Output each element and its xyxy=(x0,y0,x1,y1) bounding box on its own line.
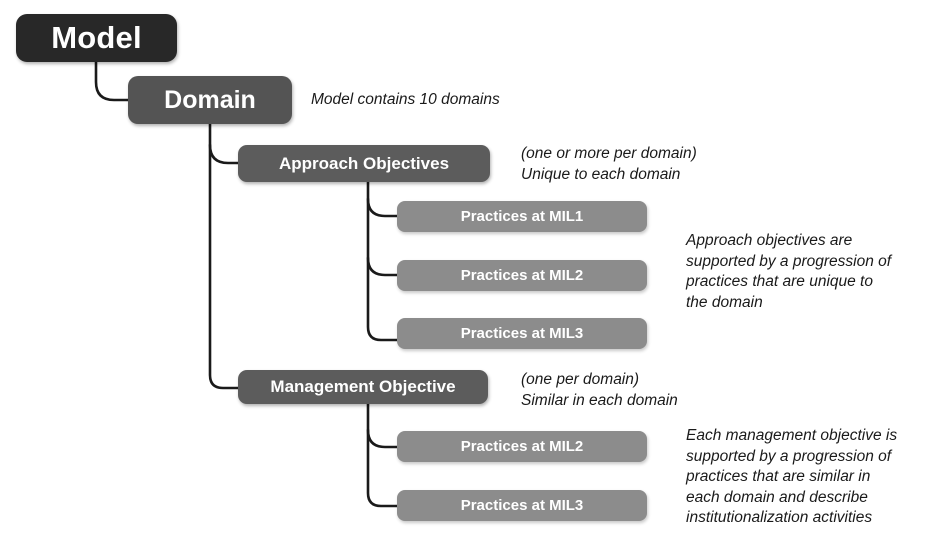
edge-approach-to-practice-3 xyxy=(366,180,399,342)
annotation-approach-practices-note: Approach objectives are supported by a p… xyxy=(686,232,892,311)
edge-domain-to-approach-objectives xyxy=(208,143,240,165)
node-approach-practice-mil3[interactable]: Practices at MIL3 xyxy=(397,318,647,349)
node-domain[interactable]: Domain xyxy=(128,76,292,124)
edge-management-to-practice-1 xyxy=(366,428,399,449)
annotation-domain-note: Model contains 10 domains xyxy=(311,91,500,108)
annotation-approach-objectives-note: (one or more per domain) Unique to each … xyxy=(521,145,697,183)
node-approach-practice-mil2[interactable]: Practices at MIL2 xyxy=(397,260,647,291)
edge-model-to-domain xyxy=(94,60,130,102)
node-approach-objectives[interactable]: Approach Objectives xyxy=(238,145,490,182)
edge-management-to-practice-2 xyxy=(366,400,399,508)
edge-domain-to-management-objective xyxy=(208,122,240,390)
hierarchy-diagram: Model Domain Model contains 10 domains A… xyxy=(0,0,940,545)
edge-approach-to-practice-2 xyxy=(366,256,399,277)
node-approach-practice-mil1[interactable]: Practices at MIL1 xyxy=(397,201,647,232)
edge-approach-to-practice-1 xyxy=(366,197,399,218)
node-management-objective[interactable]: Management Objective xyxy=(238,370,488,404)
node-management-practice-mil2[interactable]: Practices at MIL2 xyxy=(397,431,647,462)
node-model[interactable]: Model xyxy=(16,14,177,62)
annotation-management-practices-note: Each management objective is supported b… xyxy=(686,427,898,527)
annotation-management-objective-note: (one per domain) Similar in each domain xyxy=(521,371,678,409)
node-management-practice-mil3[interactable]: Practices at MIL3 xyxy=(397,490,647,521)
